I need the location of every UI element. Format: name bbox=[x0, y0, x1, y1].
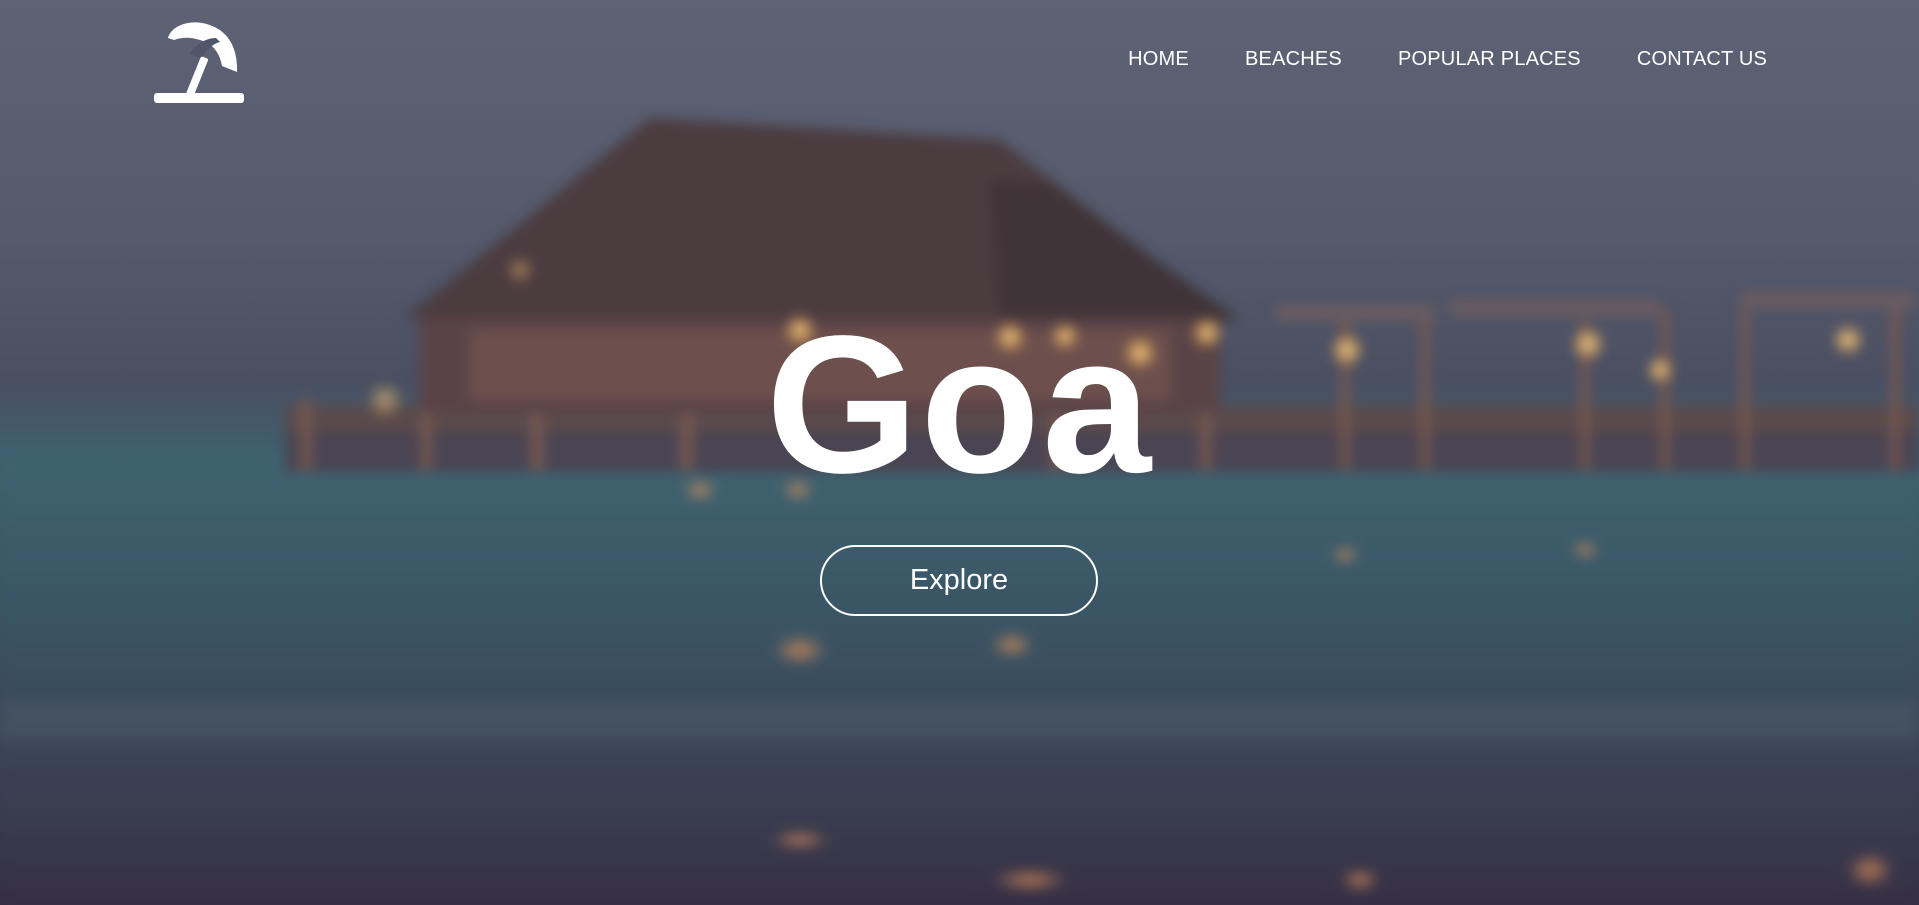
top-navigation: HOME BEACHES POPULAR PLACES CONTACT US bbox=[0, 0, 1919, 120]
nav-link-home[interactable]: HOME bbox=[1128, 48, 1189, 71]
nav-link-beaches[interactable]: BEACHES bbox=[1245, 48, 1342, 71]
main-menu: HOME BEACHES POPULAR PLACES CONTACT US bbox=[1128, 48, 1767, 71]
nav-link-popular-places[interactable]: POPULAR PLACES bbox=[1398, 48, 1581, 71]
hero-section: HOME BEACHES POPULAR PLACES CONTACT US G… bbox=[0, 0, 1919, 905]
beach-umbrella-icon[interactable] bbox=[150, 20, 250, 106]
nav-link-contact-us[interactable]: CONTACT US bbox=[1637, 48, 1767, 71]
explore-button[interactable]: Explore bbox=[820, 545, 1098, 616]
hero-title: Goa bbox=[765, 295, 1154, 514]
